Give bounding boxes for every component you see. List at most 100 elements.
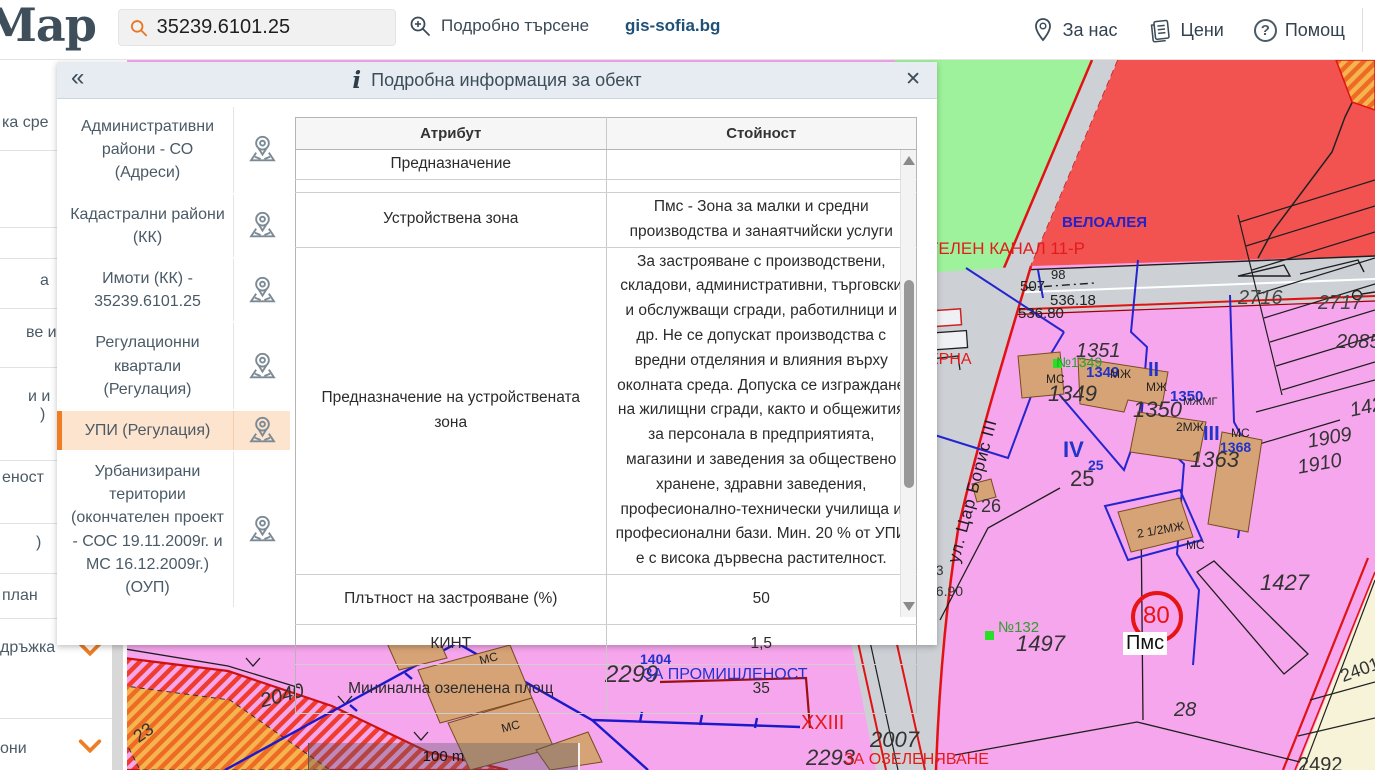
- layer-item-icon-col[interactable]: [233, 195, 290, 257]
- attribute-value: 50: [606, 574, 917, 624]
- collapse-panel-button[interactable]: «: [71, 64, 84, 92]
- layer-item-label: Регулационни квартали (Регулация): [62, 323, 233, 409]
- layer-item-icon-col[interactable]: [233, 107, 290, 193]
- map-label: 2492: [1298, 755, 1343, 770]
- layer-list-item[interactable]: Административни райони - СО (Адреси): [57, 107, 290, 193]
- map-label: 1350: [1133, 398, 1182, 421]
- sidebar-item-fragment[interactable]: а: [40, 272, 49, 290]
- attribute-table-header: Атрибут: [296, 118, 607, 150]
- price-list-icon: [1148, 18, 1173, 43]
- map-label: XXIII: [801, 713, 844, 734]
- sidebar-item-fragment[interactable]: план: [2, 587, 38, 605]
- map-label: МС: [1186, 539, 1205, 552]
- location-pin-icon: [1031, 17, 1055, 43]
- map-label: 1349: [1048, 382, 1097, 405]
- attribute-table-wrap: АтрибутСтойност ПредназначениеУстройстве…: [295, 117, 917, 618]
- gis-app: ВЕЛОАЛЕЯТЕЛЕН КАНАЛ 11-Р2716271798507536…: [0, 0, 1375, 770]
- locate-on-map-icon[interactable]: [246, 133, 279, 166]
- attribute-name: Плътност на застрояване (%): [296, 574, 607, 624]
- map-scale-bar: 100 m: [308, 743, 580, 770]
- attribute-value: [606, 150, 917, 180]
- layer-item-icon-col[interactable]: [233, 323, 290, 409]
- header-divider: [1362, 8, 1363, 52]
- search-icon: [129, 17, 149, 39]
- map-label: 2085: [1336, 332, 1375, 353]
- object-info-panel: « i Подробна информация за обект ✕ Админ…: [57, 62, 937, 645]
- nav-prices[interactable]: Цени: [1148, 18, 1224, 43]
- map-label: МЖ: [1146, 381, 1167, 394]
- search-box[interactable]: [118, 9, 396, 46]
- app-logo[interactable]: Map: [0, 0, 96, 52]
- map-label: 1427: [1260, 571, 1309, 594]
- info-icon: i: [352, 67, 361, 94]
- map-label: 80: [1143, 603, 1170, 628]
- attribute-row: Предназначение: [296, 150, 917, 180]
- attribute-name: КИНТ: [296, 624, 607, 664]
- locate-on-map-icon[interactable]: [246, 513, 279, 546]
- top-header: Map Подробно търсене gis-sofia.bg: [0, 0, 1375, 60]
- nav-about[interactable]: За нас: [1031, 17, 1118, 43]
- scrollbar-thumb[interactable]: [904, 280, 914, 488]
- layer-item-label: Урбанизирани територии (окончателен прое…: [62, 452, 233, 607]
- attribute-row: Плътност на застрояване (%)50: [296, 574, 917, 624]
- layer-item-icon-col[interactable]: [233, 259, 290, 321]
- layer-list-item[interactable]: Кадастрални райони (КК): [57, 195, 290, 257]
- sidebar-item-fragment[interactable]: дръжка: [0, 639, 55, 657]
- scroll-down-arrow[interactable]: [903, 602, 915, 611]
- map-label: III: [1203, 424, 1220, 445]
- site-link[interactable]: gis-sofia.bg: [625, 16, 720, 36]
- map-label: II: [1148, 360, 1159, 381]
- layer-item-icon-col[interactable]: [233, 411, 290, 450]
- map-label: 28: [1174, 700, 1196, 721]
- attribute-name: Предназначение: [296, 150, 607, 180]
- sidebar-item-fragment[interactable]: ): [36, 534, 41, 552]
- layer-list-item[interactable]: Имоти (КК) - 35239.6101.25: [57, 259, 290, 321]
- close-icon[interactable]: ✕: [905, 68, 921, 91]
- layer-item-label: УПИ (Регулация): [62, 411, 233, 450]
- layer-list-item[interactable]: УПИ (Регулация): [57, 411, 290, 450]
- map-label: IV: [1063, 438, 1084, 461]
- map-label: ВЕЛОАЛЕЯ: [1062, 215, 1147, 231]
- chevron-down-icon[interactable]: [78, 739, 102, 753]
- attribute-row: КИНТ1,5: [296, 624, 917, 664]
- sidebar-item-fragment[interactable]: еност: [2, 469, 44, 487]
- map-label: МС: [1231, 427, 1250, 440]
- panel-title: i Подробна информация за обект: [352, 67, 641, 94]
- sidebar-item-fragment[interactable]: они: [0, 740, 27, 758]
- nav-prices-label: Цени: [1181, 20, 1224, 41]
- scroll-up-arrow[interactable]: [903, 156, 915, 165]
- layer-item-label: Административни райони - СО (Адреси): [62, 107, 233, 193]
- attribute-table-header: Стойност: [606, 118, 917, 150]
- layer-item-icon-col[interactable]: [233, 452, 290, 607]
- nav-help[interactable]: ? Помощ: [1254, 19, 1345, 42]
- locate-on-map-icon[interactable]: [246, 414, 279, 447]
- locate-on-map-icon[interactable]: [246, 209, 279, 242]
- layer-list-item[interactable]: Урбанизирани територии (окончателен прое…: [57, 452, 290, 607]
- attribute-name: Предназначение на устройствената зона: [296, 247, 607, 574]
- map-label: 2716: [1238, 288, 1283, 309]
- attribute-value: За застрояване с производствени, складов…: [606, 247, 917, 574]
- map-label: 1363: [1190, 448, 1239, 471]
- locate-on-map-icon[interactable]: [246, 350, 279, 383]
- sidebar-divider: [0, 718, 112, 719]
- map-label: МЖ: [1110, 368, 1131, 381]
- sidebar-item-fragment[interactable]: ка сре: [2, 114, 49, 132]
- nav-about-label: За нас: [1063, 20, 1118, 41]
- map-label: МЖМГ: [1183, 397, 1217, 409]
- search-plus-icon: [408, 14, 432, 38]
- sidebar-scrollbar[interactable]: [112, 640, 123, 770]
- search-input[interactable]: [157, 16, 385, 39]
- sidebar-item-fragment[interactable]: ве и: [26, 324, 57, 342]
- scale-label: 100 m: [423, 748, 465, 765]
- locate-on-map-icon[interactable]: [246, 274, 279, 307]
- top-nav: За нас Цени ? Помощ: [1031, 0, 1345, 60]
- layer-list-item[interactable]: Регулационни квартали (Регулация): [57, 323, 290, 409]
- sidebar-item-fragment[interactable]: ): [40, 406, 45, 424]
- map-label: 25: [1070, 467, 1094, 490]
- sidebar-item-fragment[interactable]: и и: [28, 388, 50, 406]
- advanced-search-button[interactable]: Подробно търсене: [408, 14, 589, 38]
- layer-item-label: Имоти (КК) - 35239.6101.25: [62, 259, 233, 321]
- attribute-row: [296, 180, 917, 193]
- table-scrollbar[interactable]: [900, 150, 916, 617]
- attribute-value: 35: [606, 664, 917, 713]
